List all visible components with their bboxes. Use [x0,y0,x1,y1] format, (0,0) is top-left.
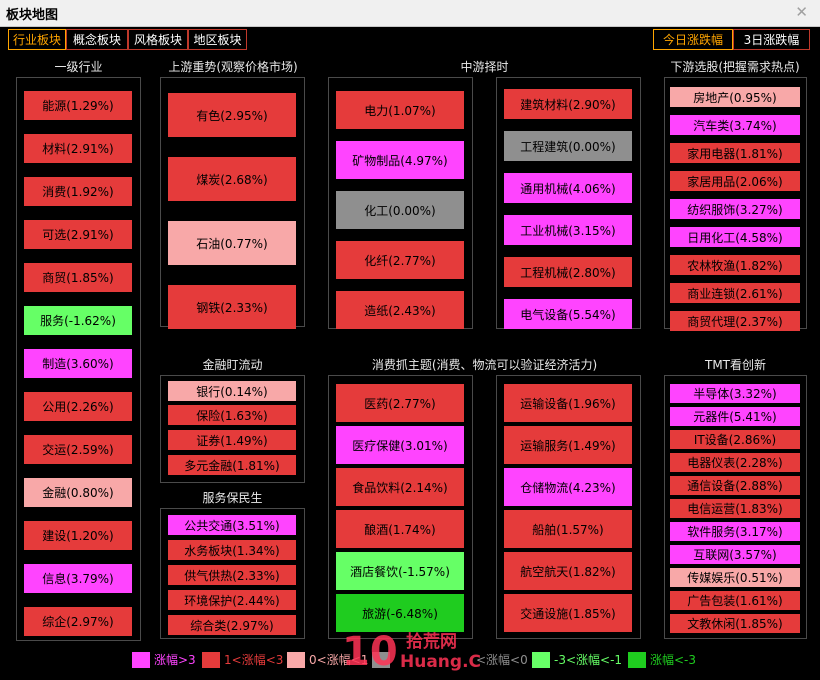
sector-tile[interactable]: 软件服务(3.17%) [670,522,800,541]
sector-tile[interactable]: 电气设备(5.54%) [504,299,632,329]
svg-text:拾荒网: 拾荒网 [406,631,457,652]
sector-tile[interactable]: 水务板块(1.34%) [168,540,296,560]
sector-tile[interactable]: 房地产(0.95%) [670,87,800,107]
sector-tile[interactable]: 化工(0.00%) [336,191,464,229]
close-icon[interactable]: ✕ [795,3,808,21]
sector-tile[interactable]: 多元金融(1.81%) [168,455,296,475]
sector-tile[interactable]: 消费(1.92%) [24,177,132,206]
window-title: 板块地图 [6,8,59,23]
sector-tile[interactable]: 能源(1.29%) [24,91,132,120]
sector-tile[interactable]: 综企(2.97%) [24,607,132,636]
legend-label: -3<涨幅<-1 [554,653,623,667]
sector-tile[interactable]: 工程建筑(0.00%) [504,131,632,161]
svg-text:10: 10 [342,629,398,671]
sector-tile[interactable]: 钢铁(2.33%) [168,285,296,329]
legend-swatch [532,652,550,668]
sector-tile[interactable]: 建设(1.20%) [24,521,132,550]
legend-label: 涨幅>3 [154,653,196,667]
sector-tile[interactable]: 通用机械(4.06%) [504,173,632,203]
level1-title: 一级行业 [54,60,103,74]
sector-tile[interactable]: 证券(1.49%) [168,430,296,450]
downstream-title: 下游选股(把握需求热点) [670,60,800,74]
sector-tile[interactable]: 信息(3.79%) [24,564,132,593]
sector-tile[interactable]: 传媒娱乐(0.51%) [670,568,800,587]
sector-tile[interactable]: 仓储物流(4.23%) [504,468,632,506]
sector-tile[interactable]: 电信运营(1.83%) [670,499,800,518]
sector-tile[interactable]: 船舶(1.57%) [504,510,632,548]
sector-tile[interactable]: 综合类(2.97%) [168,615,296,635]
sector-tile[interactable]: 有色(2.95%) [168,93,296,137]
legend-swatch [132,652,150,668]
sector-tile[interactable]: 互联网(3.57%) [670,545,800,564]
sector-tile[interactable]: 广告包装(1.61%) [670,591,800,610]
sector-tile[interactable]: 工业机械(3.15%) [504,215,632,245]
sector-tile[interactable]: 电力(1.07%) [336,91,464,129]
sector-tile[interactable]: 运输服务(1.49%) [504,426,632,464]
svg-text:Huang.CN: Huang.CN [400,652,480,671]
legend-label: 涨幅<-3 [650,653,697,667]
sector-tile[interactable]: 农林牧渔(1.82%) [670,255,800,275]
upstream-title: 上游重势(观察价格市场) [168,60,298,74]
watermark-logo: 10 拾荒网 Huang.CN [342,629,480,671]
sector-tile[interactable]: 商业连锁(2.61%) [670,283,800,303]
sector-tile[interactable]: 航空航天(1.82%) [504,552,632,590]
title-bar: 板块地图 ✕ [0,0,820,27]
sector-tile[interactable]: 酿酒(1.74%) [336,510,464,548]
sector-tile[interactable]: 造纸(2.43%) [336,291,464,329]
service-title: 服务保民生 [202,491,263,505]
midstream-title: 中游择时 [460,60,509,74]
tab-3day-change[interactable]: 3日涨跌幅 [733,29,810,50]
sector-tile[interactable]: 酒店餐饮(-1.57%) [336,552,464,590]
tab-region[interactable]: 地区板块 [188,29,247,50]
sector-tile[interactable]: 交通设施(1.85%) [504,594,632,632]
finance-title: 金融盯流动 [202,358,263,372]
sector-tile[interactable]: 日用化工(4.58%) [670,227,800,247]
legend-swatch [287,652,305,668]
tab-industry[interactable]: 行业板块 [8,29,66,50]
sector-tile[interactable]: 食品饮料(2.14%) [336,468,464,506]
sector-tile[interactable]: 可选(2.91%) [24,220,132,249]
sector-tile[interactable]: 银行(0.14%) [168,381,296,401]
sector-tile[interactable]: 汽车类(3.74%) [670,115,800,135]
legend-swatch [202,652,220,668]
sector-tile[interactable]: 商贸(1.85%) [24,263,132,292]
legend-label: <涨幅<0 [476,653,528,667]
sector-tile[interactable]: 保险(1.63%) [168,405,296,425]
tmt-title: TMT看创新 [704,358,766,372]
sector-tile[interactable]: 元器件(5.41%) [670,407,800,426]
sector-tile[interactable]: 化纤(2.77%) [336,241,464,279]
sector-tile[interactable]: 矿物制品(4.97%) [336,141,464,179]
sector-tile[interactable]: 运输设备(1.96%) [504,384,632,422]
sector-tile[interactable]: 家居用品(2.06%) [670,171,800,191]
sector-tile[interactable]: 纺织服饰(3.27%) [670,199,800,219]
sector-tile[interactable]: 商贸代理(2.37%) [670,311,800,331]
legend-swatch [628,652,646,668]
sector-tile[interactable]: 医药(2.77%) [336,384,464,422]
sector-tile[interactable]: 半导体(3.32%) [670,384,800,403]
sector-tile[interactable]: 公用(2.26%) [24,392,132,421]
sector-tile[interactable]: 电器仪表(2.28%) [670,453,800,472]
sector-tile[interactable]: 公共交通(3.51%) [168,515,296,535]
sector-tile[interactable]: 金融(0.80%) [24,478,132,507]
sector-tile[interactable]: 建筑材料(2.90%) [504,89,632,119]
sector-tile[interactable]: 工程机械(2.80%) [504,257,632,287]
sector-tile[interactable]: 石油(0.77%) [168,221,296,265]
legend-label: 1<涨幅<3 [224,653,284,667]
sector-tile[interactable]: 煤炭(2.68%) [168,157,296,201]
sector-tile[interactable]: 环境保护(2.44%) [168,590,296,610]
sector-tile[interactable]: 通信设备(2.88%) [670,476,800,495]
sector-tile[interactable]: 供气供热(2.33%) [168,565,296,585]
tab-style[interactable]: 风格板块 [128,29,188,50]
sector-tile[interactable]: 医疗保健(3.01%) [336,426,464,464]
sector-tile[interactable]: 制造(3.60%) [24,349,132,378]
sector-tile[interactable]: 材料(2.91%) [24,134,132,163]
sector-tile[interactable]: IT设备(2.86%) [670,430,800,449]
sector-tile[interactable]: 家用电器(1.81%) [670,143,800,163]
sector-tile[interactable]: 服务(-1.62%) [24,306,132,335]
tab-today-change[interactable]: 今日涨跌幅 [653,29,733,50]
sector-tile[interactable]: 文教休闲(1.85%) [670,614,800,633]
consumer-title: 消费抓主题(消费、物流可以验证经济活力) [371,358,598,372]
tab-concept[interactable]: 概念板块 [66,29,128,50]
sector-tile[interactable]: 交运(2.59%) [24,435,132,464]
